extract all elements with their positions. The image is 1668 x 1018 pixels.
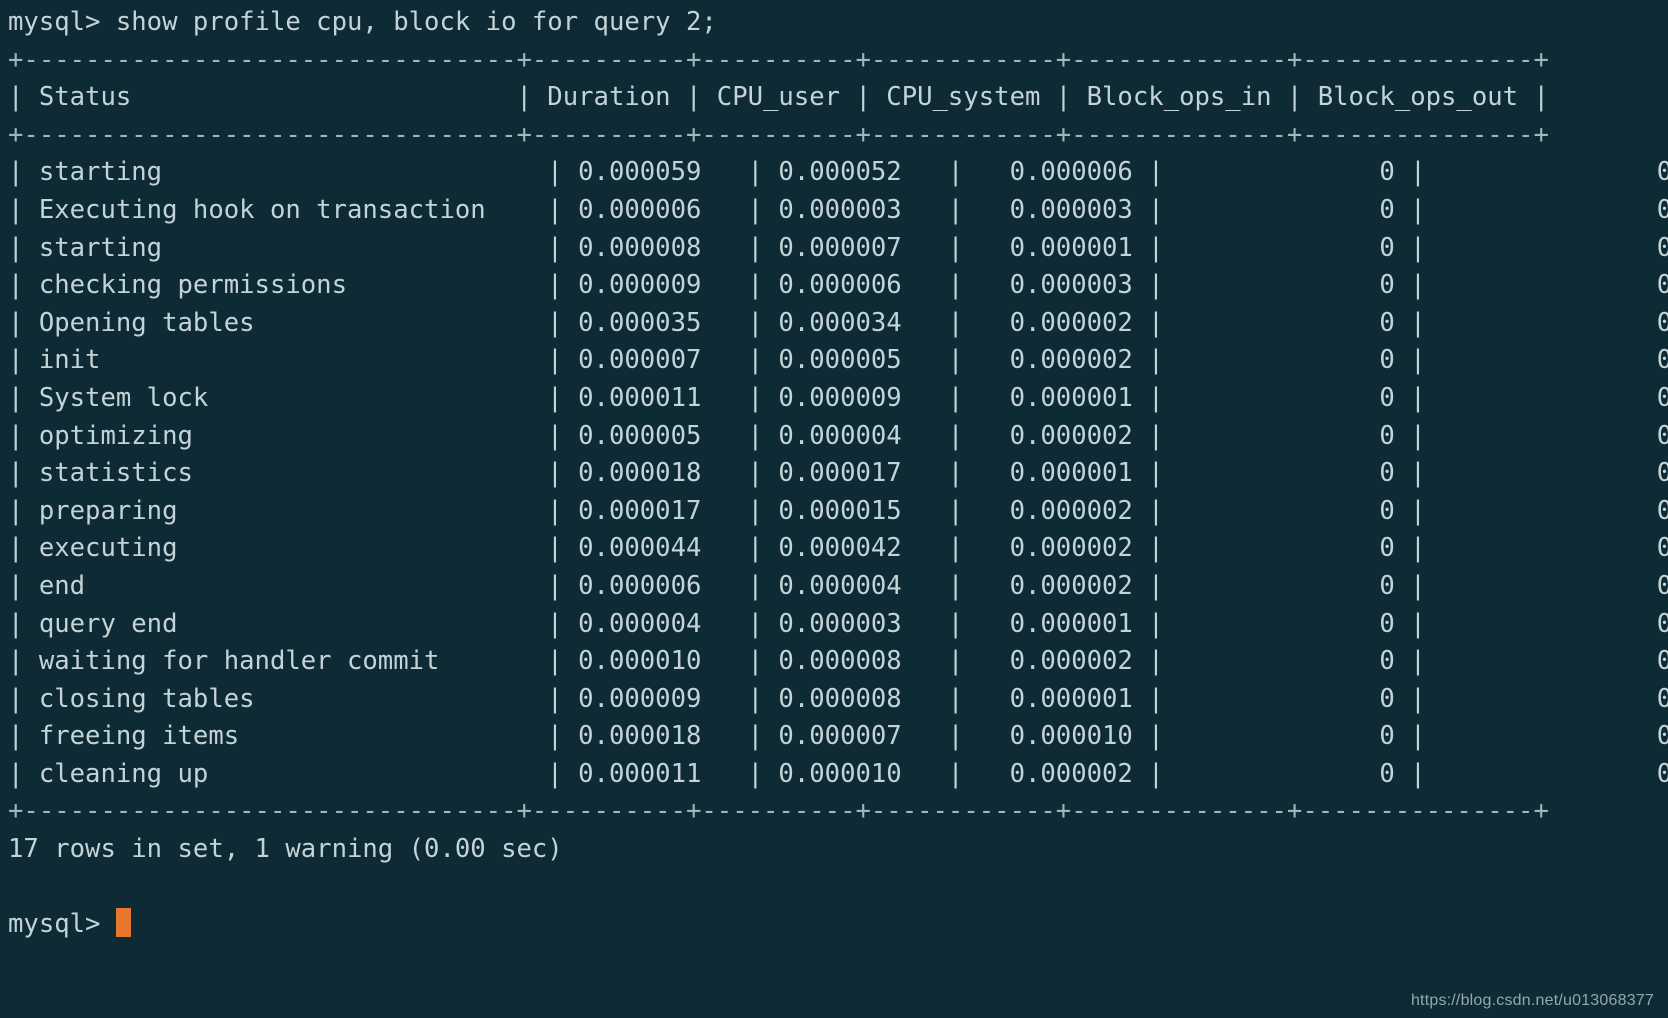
table-row: | waiting for handler commit | 0.000010 …: [8, 646, 1668, 677]
table-row: | preparing | 0.000017 | 0.000015 | 0.00…: [8, 495, 1668, 526]
table-row: | end | 0.000006 | 0.000004 | 0.000002 |…: [8, 570, 1668, 601]
watermark-url: https://blog.csdn.net/u013068377: [1410, 992, 1654, 1009]
prompt-label: mysql>: [8, 909, 116, 940]
table-row: | optimizing | 0.000005 | 0.000004 | 0.0…: [8, 420, 1668, 451]
command-line: mysql> show profile cpu, block io for qu…: [8, 7, 717, 37]
table-row: | executing | 0.000044 | 0.000042 | 0.00…: [8, 533, 1668, 564]
table-row: | starting | 0.000008 | 0.000007 | 0.000…: [8, 232, 1668, 263]
text-cursor: [115, 908, 132, 938]
table-top-border: +--------------------------------+------…: [8, 44, 1549, 75]
table-row: | starting | 0.000059 | 0.000052 | 0.000…: [8, 157, 1668, 188]
result-status-line: 17 rows in set, 1 warning (0.00 sec): [8, 834, 563, 865]
table-row: | init | 0.000007 | 0.000005 | 0.000002 …: [8, 345, 1668, 376]
table-row: | Executing hook on transaction | 0.0000…: [8, 194, 1668, 225]
table-bottom-border: +--------------------------------+------…: [8, 796, 1549, 827]
table-row: | statistics | 0.000018 | 0.000017 | 0.0…: [8, 458, 1668, 489]
table-row: | closing tables | 0.000009 | 0.000008 |…: [8, 683, 1668, 714]
table-body: | starting | 0.000059 | 0.000052 | 0.000…: [8, 154, 1668, 793]
table-header-row: | Status | Duration | CPU_user | CPU_sys…: [8, 82, 1549, 113]
table-header-border: +--------------------------------+------…: [8, 119, 1549, 150]
prompt-line[interactable]: mysql>: [8, 906, 1668, 944]
terminal-window[interactable]: mysql> show profile cpu, block io for qu…: [0, 0, 1668, 1018]
table-row: | checking permissions | 0.000009 | 0.00…: [8, 270, 1668, 301]
table-row: | Opening tables | 0.000035 | 0.000034 |…: [8, 307, 1668, 338]
table-row: | freeing items | 0.000018 | 0.000007 | …: [8, 721, 1668, 752]
table-row: | System lock | 0.000011 | 0.000009 | 0.…: [8, 382, 1668, 413]
table-row: | query end | 0.000004 | 0.000003 | 0.00…: [8, 608, 1668, 639]
table-row: | cleaning up | 0.000011 | 0.000010 | 0.…: [8, 758, 1668, 789]
